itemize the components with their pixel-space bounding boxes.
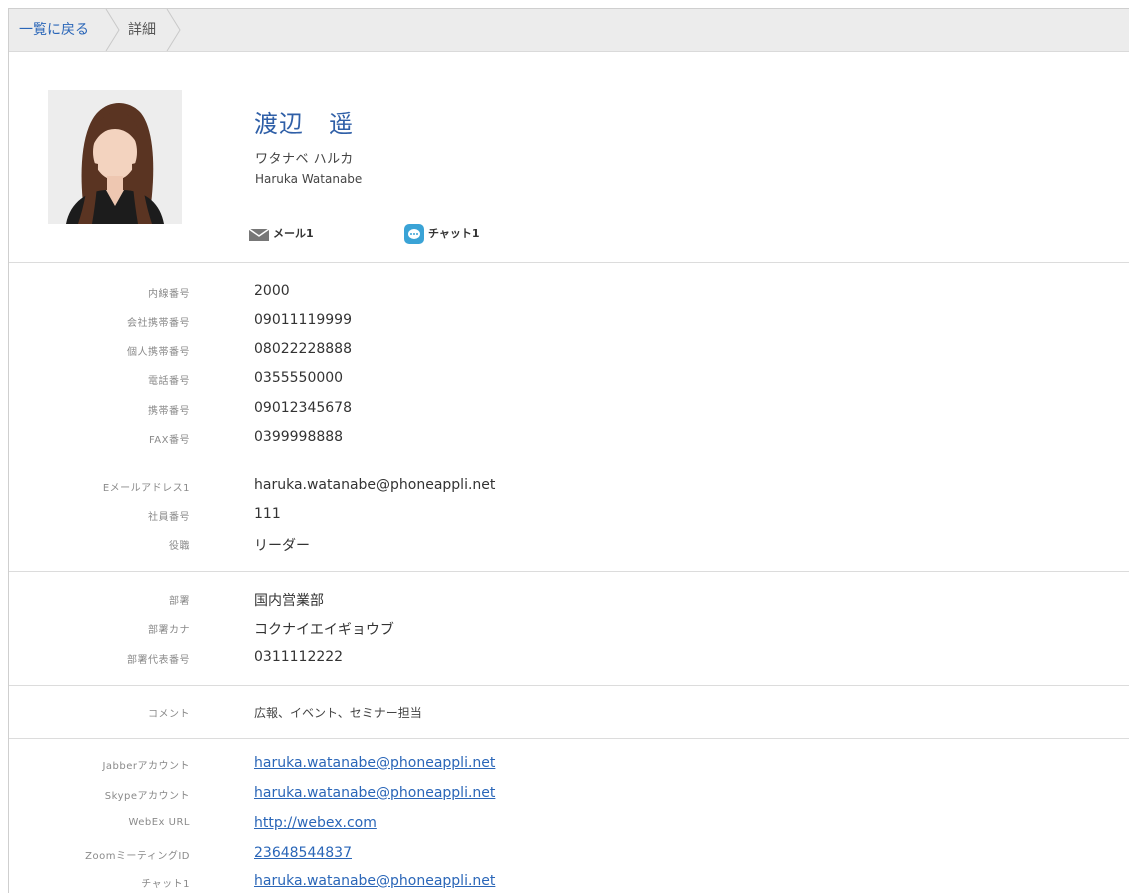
field-label-employee-number: 社員番号	[148, 512, 190, 523]
field-value-employee-number: 111	[254, 506, 281, 522]
section-divider	[9, 738, 1129, 739]
jabber-account-link[interactable]: haruka.watanabe@phoneappli.net	[254, 755, 495, 771]
breadcrumb-separator-icon	[105, 9, 120, 51]
field-value-company-mobile: 09011119999	[254, 312, 352, 328]
mail-icon	[248, 228, 270, 241]
profile-name: 渡辺 遥	[254, 110, 354, 138]
field-label-chat: チャット1	[141, 879, 190, 890]
section-divider	[9, 571, 1129, 572]
skype-account-link[interactable]: haruka.watanabe@phoneappli.net	[254, 785, 495, 801]
field-label-department-kana: 部署カナ	[148, 625, 190, 636]
field-label-webex: WebEx URL	[128, 817, 190, 828]
field-label-email: Eメールアドレス1	[102, 483, 190, 494]
field-label-department: 部署	[169, 596, 190, 607]
field-label-comment: コメント	[148, 709, 190, 720]
zoom-meeting-id-link[interactable]: 23648544837	[254, 845, 352, 861]
field-value-department: 国内営業部	[254, 593, 324, 609]
field-value-department-kana: コクナイエイギョウブ	[254, 622, 394, 638]
chat-action-label: チャット1	[428, 227, 480, 240]
field-label-position: 役職	[169, 541, 190, 552]
person-portrait-icon	[48, 90, 182, 224]
mail-action-label: メール1	[273, 227, 314, 240]
breadcrumb-separator-icon	[166, 9, 181, 51]
field-value-phone: 0355550000	[254, 370, 344, 386]
chat-icon	[404, 224, 424, 244]
field-value-extension: 2000	[254, 283, 290, 299]
field-value-mobile: 09012345678	[254, 400, 352, 416]
field-value-department-phone: 0311112222	[254, 649, 344, 665]
field-value-email: haruka.watanabe@phoneappli.net	[254, 477, 496, 493]
section-divider	[9, 685, 1129, 686]
profile-name-en: Haruka Watanabe	[255, 172, 363, 186]
field-label-department-phone: 部署代表番号	[127, 655, 190, 666]
detail-frame: 一覧に戻る 詳細 渡辺 遥 ワタナベ ハルカ Haruka Watanabe メ	[8, 8, 1129, 893]
field-label-phone: 電話番号	[148, 376, 190, 387]
back-to-list-link[interactable]: 一覧に戻る	[19, 9, 89, 51]
field-label-skype: Skypeアカウント	[104, 791, 190, 802]
field-value-comment: 広報、イベント、セミナー担当	[254, 706, 422, 720]
field-label-jabber: Jabberアカウント	[102, 761, 190, 772]
field-label-fax: FAX番号	[148, 435, 190, 446]
breadcrumb: 一覧に戻る 詳細	[9, 9, 1129, 52]
field-label-zoom: ZoomミーティングID	[85, 851, 190, 862]
section-divider	[9, 262, 1129, 263]
profile-name-kana: ワタナベ ハルカ	[255, 152, 354, 167]
field-value-personal-mobile: 08022228888	[254, 341, 352, 357]
field-label-extension: 内線番号	[148, 289, 190, 300]
field-label-company-mobile: 会社携帯番号	[127, 318, 190, 329]
profile-photo	[48, 90, 182, 224]
field-value-position: リーダー	[254, 538, 310, 554]
field-value-fax: 0399998888	[254, 429, 344, 445]
field-label-mobile: 携帯番号	[148, 406, 190, 417]
field-label-personal-mobile: 個人携帯番号	[127, 347, 190, 358]
chat-action-button[interactable]: チャット1	[403, 222, 503, 246]
webex-url-link[interactable]: http://webex.com	[254, 815, 377, 831]
mail-action-button[interactable]: メール1	[248, 222, 338, 246]
breadcrumb-current: 詳細	[128, 22, 156, 38]
chat-account-link[interactable]: haruka.watanabe@phoneappli.net	[254, 873, 495, 889]
